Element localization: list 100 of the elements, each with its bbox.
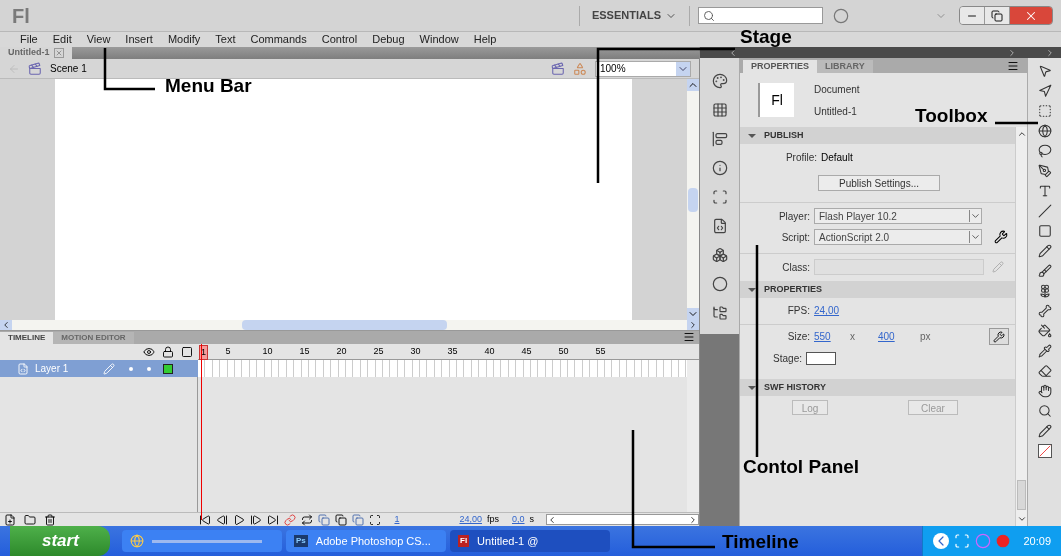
- scrollbar-thumb[interactable]: [242, 320, 447, 330]
- eyedropper-icon[interactable]: [1037, 344, 1052, 358]
- line-tool-icon[interactable]: [1037, 204, 1052, 218]
- flower-icon[interactable]: [1037, 284, 1052, 298]
- panel-tab[interactable]: TIMELINE: [0, 332, 54, 344]
- scroll-down-icon[interactable]: [1016, 514, 1027, 524]
- wrench-icon[interactable]: [994, 230, 1008, 244]
- hand-icon[interactable]: [1037, 384, 1052, 398]
- transform-tool-icon[interactable]: [1037, 104, 1052, 118]
- height-value[interactable]: 400: [878, 329, 916, 344]
- eraser-icon[interactable]: [1037, 364, 1052, 378]
- scrollbar-thumb[interactable]: [688, 187, 698, 212]
- vertical-scrollbar[interactable]: [687, 377, 699, 512]
- no-color-icon[interactable]: [1037, 444, 1052, 458]
- elapsed-time[interactable]: 0,0: [512, 512, 525, 527]
- settings-button[interactable]: [989, 328, 1009, 345]
- outline-icon[interactable]: [181, 346, 193, 358]
- panel-tab[interactable]: PROPERTIES: [743, 60, 817, 73]
- components-icon[interactable]: [711, 247, 728, 263]
- menu-item[interactable]: Debug: [372, 31, 405, 48]
- brush-icon[interactable]: [1037, 264, 1052, 278]
- onion-outline-icon[interactable]: [335, 513, 348, 526]
- swatches-grid-icon[interactable]: [711, 102, 728, 118]
- actions-code-icon[interactable]: [711, 218, 728, 234]
- rectangle-icon[interactable]: [1037, 224, 1052, 238]
- panel-menu-icon[interactable]: [683, 331, 695, 343]
- width-value[interactable]: 550: [814, 329, 846, 344]
- pencil-icon[interactable]: [1037, 244, 1052, 258]
- menu-item[interactable]: View: [86, 31, 111, 48]
- trash-icon[interactable]: [44, 513, 56, 526]
- stage-color-swatch[interactable]: [806, 352, 836, 365]
- show-hidden-icon[interactable]: [933, 533, 950, 549]
- menu-item[interactable]: Text: [215, 31, 236, 48]
- arrow-pointer-icon[interactable]: [1037, 64, 1052, 78]
- step-back-icon[interactable]: [216, 513, 229, 526]
- fps-value[interactable]: 24,00: [814, 303, 840, 318]
- expand-icon[interactable]: [1045, 47, 1055, 58]
- search-icon[interactable]: [1037, 404, 1052, 418]
- onion-skin-icon[interactable]: [318, 513, 331, 526]
- script-dropdown[interactable]: ActionScript 2.0: [814, 229, 982, 245]
- scroll-right-icon[interactable]: [687, 320, 699, 330]
- publish-settings-button[interactable]: Publish Settings...: [818, 175, 940, 191]
- workspace-dropdown[interactable]: ESSENTIALS: [587, 7, 681, 24]
- bone-icon[interactable]: [1037, 304, 1052, 318]
- info-icon[interactable]: [711, 160, 728, 176]
- scroll-up-icon[interactable]: [1016, 129, 1027, 139]
- last-frame-icon[interactable]: [267, 513, 280, 526]
- section-header[interactable]: SWF HISTORY: [740, 379, 1015, 396]
- folder-icon[interactable]: [24, 513, 36, 526]
- menu-item[interactable]: Commands: [250, 31, 307, 48]
- paint-bucket-icon[interactable]: [1037, 324, 1052, 338]
- menu-item[interactable]: Insert: [125, 31, 153, 48]
- menu-item[interactable]: File: [20, 31, 38, 48]
- step-forward-icon[interactable]: [250, 513, 263, 526]
- loop-icon[interactable]: [301, 513, 314, 526]
- zoom-dropdown[interactable]: 100%: [595, 60, 691, 77]
- scrollbar-thumb[interactable]: [1017, 480, 1026, 510]
- menu-item[interactable]: Modify: [167, 31, 201, 48]
- class-field[interactable]: [814, 259, 984, 275]
- lock-icon[interactable]: [162, 346, 174, 358]
- align-icon[interactable]: [711, 131, 728, 147]
- play-icon[interactable]: [233, 513, 246, 526]
- scroll-left-icon[interactable]: [0, 320, 12, 330]
- minimize-button[interactable]: [960, 7, 985, 24]
- taskbar-button[interactable]: Fl Untitled-1 @: [450, 530, 610, 552]
- menu-item[interactable]: Help: [473, 31, 497, 48]
- current-frame[interactable]: 1: [394, 512, 455, 527]
- document-tab[interactable]: Untitled-1: [0, 47, 72, 59]
- frame-cells[interactable]: [198, 360, 687, 377]
- sync-ring-icon[interactable]: [833, 7, 849, 24]
- section-header[interactable]: PROPERTIES: [740, 281, 1015, 298]
- markers-icon[interactable]: [369, 513, 382, 526]
- taskbar-button[interactable]: Ps Adobe Photoshop CS...: [286, 530, 446, 552]
- lasso-icon[interactable]: [1037, 144, 1052, 158]
- stroke-pencil-icon[interactable]: [1037, 424, 1052, 438]
- transform-icon[interactable]: [711, 189, 728, 205]
- subselect-arrow-icon[interactable]: [1037, 84, 1052, 98]
- library-folder-icon[interactable]: [711, 305, 728, 321]
- scroll-down-icon[interactable]: [687, 308, 699, 320]
- vertical-scrollbar[interactable]: [687, 360, 699, 377]
- first-frame-icon[interactable]: [199, 513, 212, 526]
- clapperboard-icon[interactable]: [28, 61, 42, 76]
- menu-item[interactable]: Edit: [52, 31, 72, 48]
- scroll-up-icon[interactable]: [687, 79, 699, 91]
- panel-menu-icon[interactable]: [1007, 60, 1019, 72]
- menu-item[interactable]: Window: [419, 31, 459, 48]
- restore-button[interactable]: [985, 7, 1010, 24]
- collapse-icon[interactable]: [728, 47, 738, 58]
- new-layer-icon[interactable]: [4, 513, 16, 526]
- horizontal-scrollbar[interactable]: [546, 514, 699, 525]
- color-palette-icon[interactable]: [711, 73, 728, 89]
- search-field[interactable]: [698, 7, 823, 24]
- edit-frames-icon[interactable]: [352, 513, 365, 526]
- text-tool-icon[interactable]: [1037, 184, 1052, 198]
- section-header[interactable]: PUBLISH: [740, 127, 1015, 144]
- menu-item[interactable]: Control: [321, 31, 358, 48]
- eye-icon[interactable]: [143, 346, 155, 358]
- clapperboard-icon[interactable]: [551, 61, 565, 76]
- frame-rate[interactable]: 24,00: [459, 512, 482, 527]
- layer-color-swatch[interactable]: [163, 363, 173, 374]
